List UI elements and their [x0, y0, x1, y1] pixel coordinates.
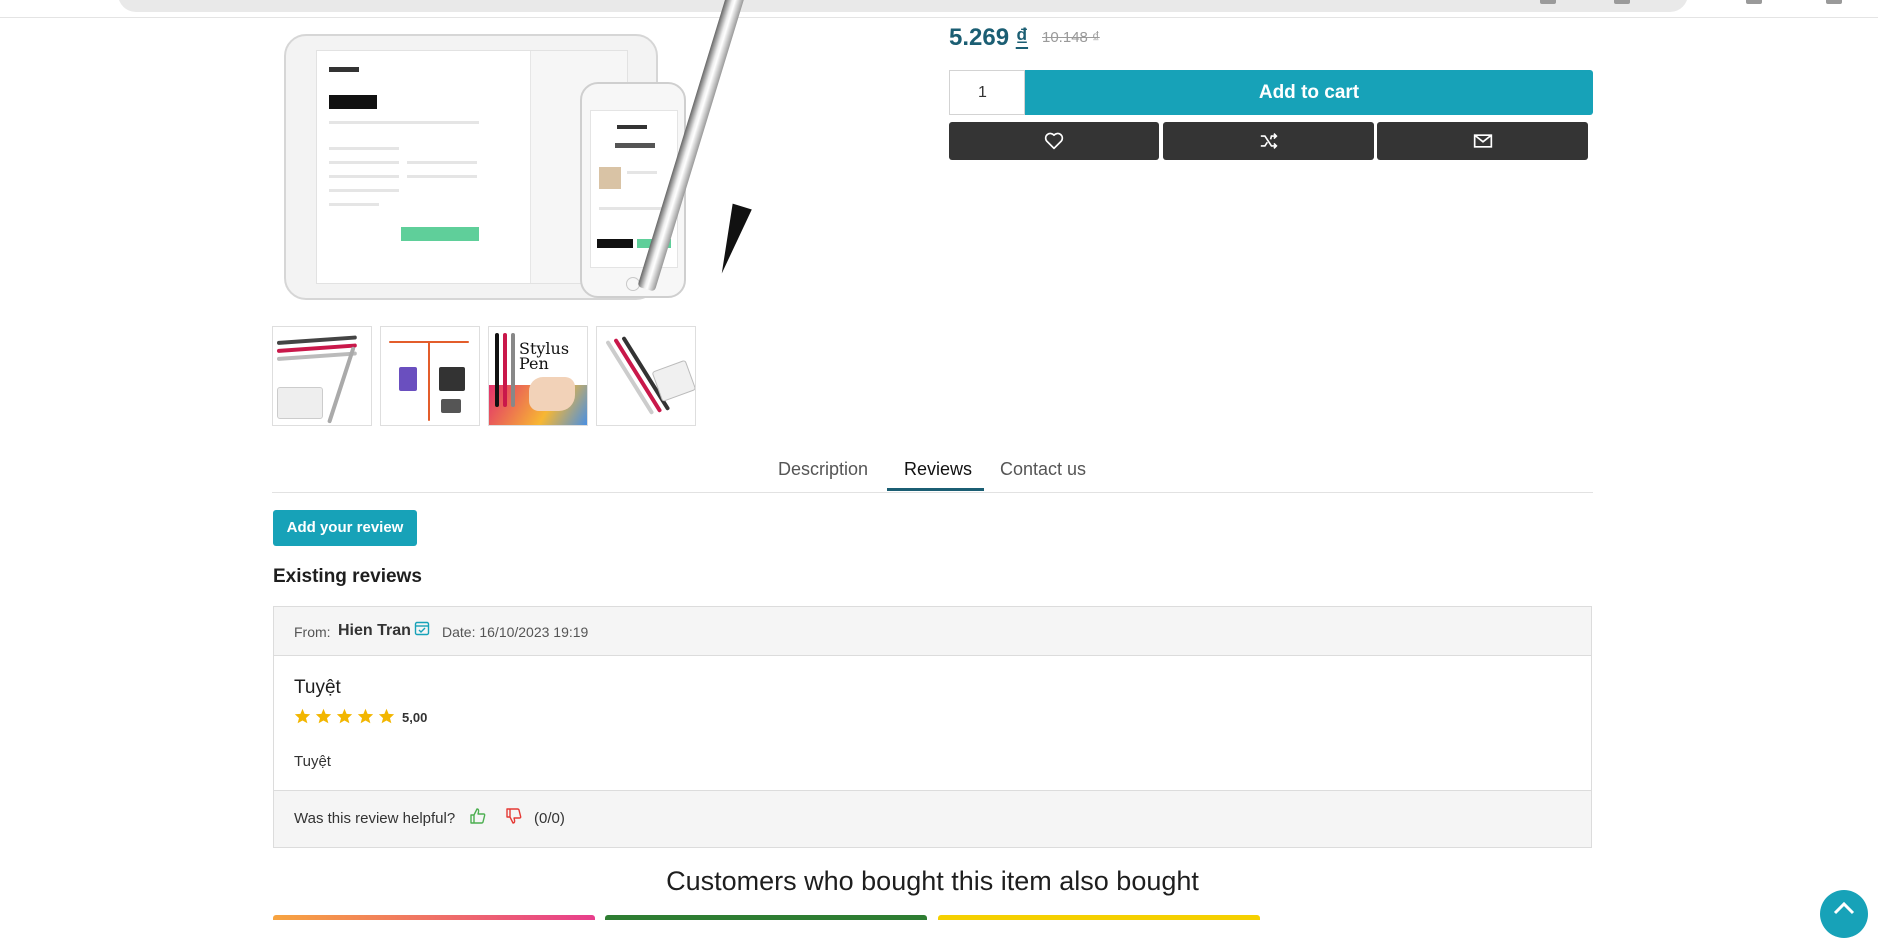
- scroll-to-top-button[interactable]: [1820, 890, 1868, 938]
- helpful-counts: (0/0): [534, 810, 565, 827]
- product-card[interactable]: [938, 915, 1260, 920]
- rating-value: 5,00: [402, 710, 428, 725]
- tab-reviews[interactable]: Reviews: [904, 459, 972, 480]
- toolbar-icon[interactable]: [1826, 0, 1842, 4]
- review-text: Tuyệt: [294, 753, 331, 770]
- toolbar-icon[interactable]: [1746, 0, 1762, 4]
- toolbar-icon[interactable]: [1614, 0, 1630, 4]
- email-a-friend-button[interactable]: [1377, 122, 1588, 160]
- product-card[interactable]: [605, 915, 927, 920]
- review-title: Tuyệt: [294, 677, 341, 698]
- thumbs-down-icon[interactable]: [506, 807, 522, 830]
- thumbnail[interactable]: [596, 326, 696, 426]
- old-price: 10.148 ₫: [1042, 29, 1100, 46]
- star-icon: [357, 708, 374, 724]
- add-to-compare-button[interactable]: [1163, 122, 1374, 160]
- thumbs-up-icon[interactable]: [470, 807, 486, 830]
- heart-icon: [1044, 132, 1064, 150]
- chevron-up-icon: [1833, 901, 1855, 915]
- review-item: From: Hien Tran Date: 16/10/2023 19:19 T…: [273, 606, 1592, 848]
- star-icon: [315, 708, 332, 724]
- thumbnail[interactable]: [272, 326, 372, 426]
- address-bar[interactable]: [118, 0, 1688, 12]
- quantity-input[interactable]: 1: [949, 70, 1025, 115]
- add-review-button[interactable]: Add your review: [273, 510, 417, 546]
- star-icon: [378, 708, 395, 724]
- thumbnail[interactable]: [380, 326, 480, 426]
- thumbnail[interactable]: Stylus Pen: [488, 326, 588, 426]
- star-rating: [294, 708, 395, 724]
- active-tab-indicator: [887, 488, 984, 491]
- price-currency: ₫: [1015, 24, 1029, 51]
- price-value: 5.269: [949, 24, 1010, 51]
- envelope-icon: [1473, 134, 1492, 148]
- review-date: Date: 16/10/2023 19:19: [442, 624, 589, 640]
- calendar-icon[interactable]: [414, 620, 430, 641]
- product-price: 5.269 ₫: [949, 24, 1028, 52]
- star-icon: [294, 708, 311, 724]
- toolbar-icon[interactable]: [1540, 0, 1556, 4]
- review-helpfulness: Was this review helpful? (0/0): [274, 790, 1591, 847]
- star-icon: [336, 708, 353, 724]
- review-header: From: Hien Tran Date: 16/10/2023 19:19: [274, 607, 1591, 656]
- thumbnail-gallery: Stylus Pen: [272, 326, 696, 426]
- helpful-question: Was this review helpful?: [294, 810, 456, 827]
- review-from-label: From:: [294, 624, 331, 640]
- product-card[interactable]: [273, 915, 595, 920]
- add-to-wishlist-button[interactable]: [949, 122, 1159, 160]
- shuffle-icon: [1260, 133, 1278, 149]
- add-to-cart-button[interactable]: Add to cart: [1025, 70, 1593, 115]
- thumbnail-caption: Stylus Pen: [519, 339, 570, 373]
- product-main-image[interactable]: [272, 16, 832, 306]
- review-author: Hien Tran: [338, 622, 411, 639]
- product-tabs: Description Reviews Contact us: [272, 450, 1593, 493]
- tab-contact-us[interactable]: Contact us: [1000, 459, 1086, 480]
- tab-description[interactable]: Description: [778, 459, 868, 480]
- existing-reviews-title: Existing reviews: [273, 566, 422, 587]
- also-bought-title: Customers who bought this item also boug…: [666, 866, 1199, 896]
